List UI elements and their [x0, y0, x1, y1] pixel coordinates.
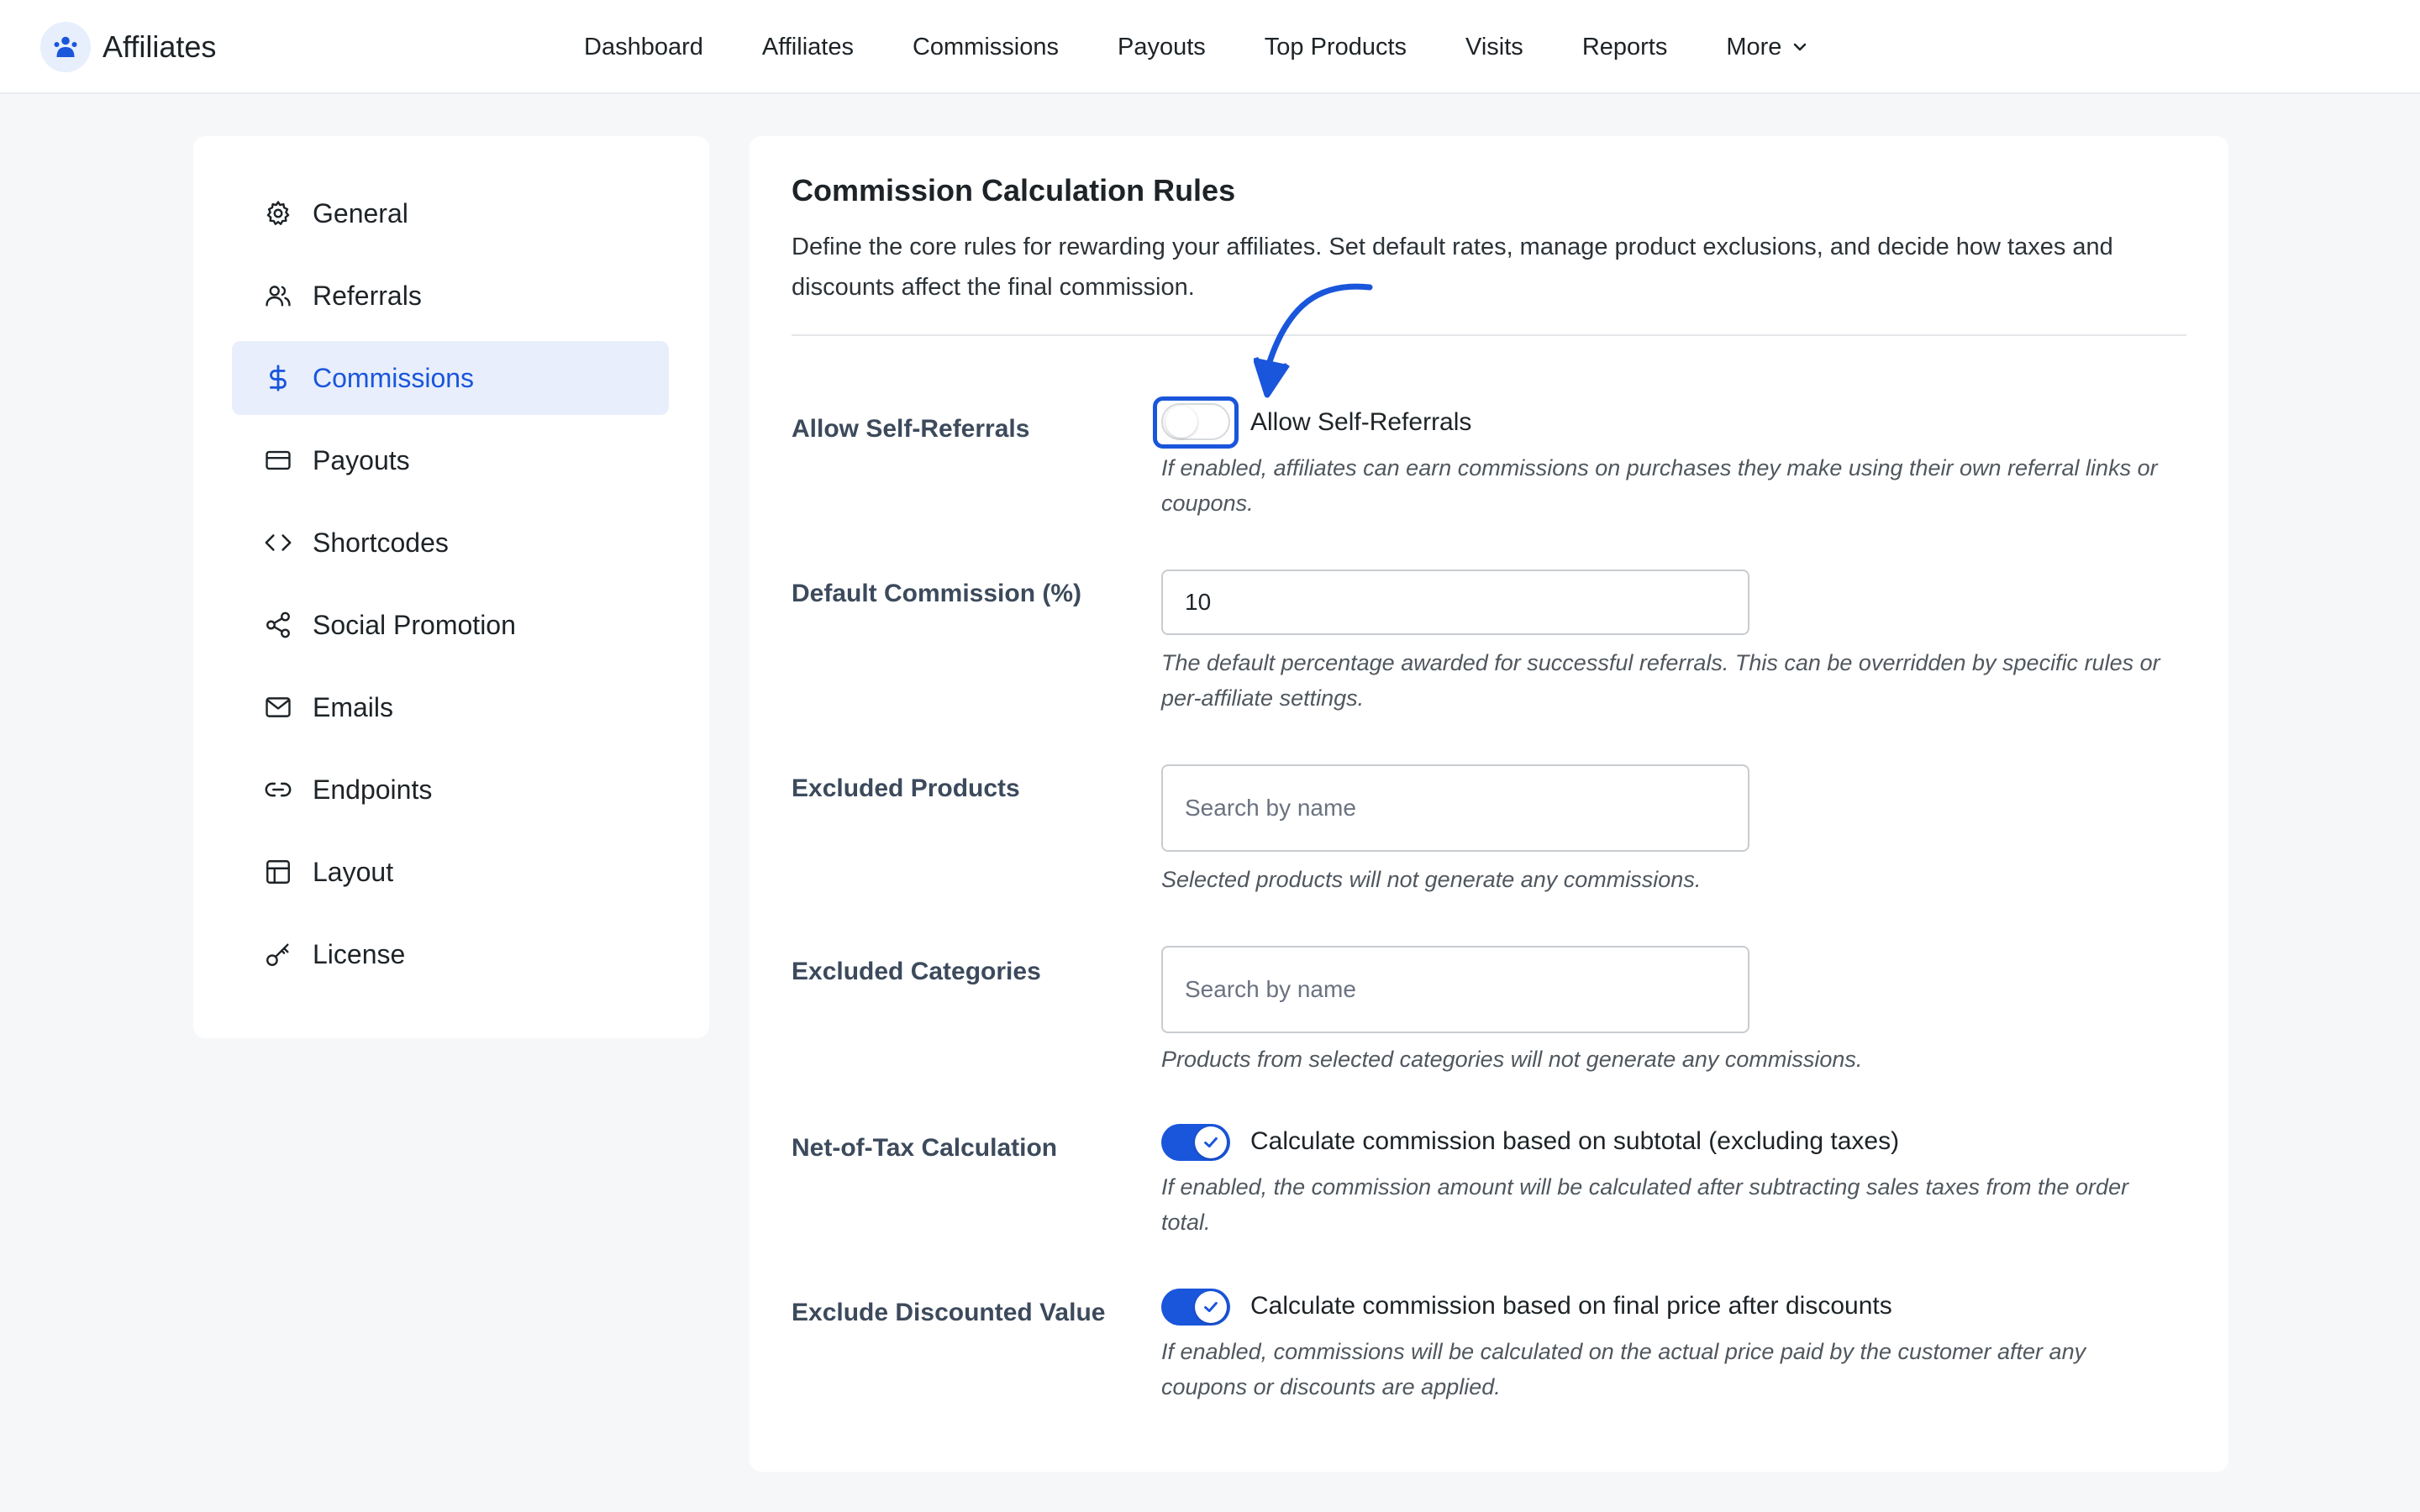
- toggle-knob: [1165, 406, 1197, 438]
- nav-affiliates[interactable]: Affiliates: [762, 34, 854, 61]
- share-icon: [262, 609, 294, 641]
- key-icon: [262, 938, 294, 970]
- self-referrals-help: If enabled, affiliates can earn commissi…: [1161, 455, 2158, 516]
- brand[interactable]: Affiliates: [40, 20, 216, 74]
- sidebar-item-shortcodes[interactable]: Shortcodes: [232, 506, 669, 580]
- nav-more-label: More: [1726, 33, 1782, 60]
- users-icon: [262, 280, 294, 312]
- sidebar-item-general[interactable]: General: [232, 176, 669, 250]
- sidebar-item-referrals[interactable]: Referrals: [232, 259, 669, 333]
- settings-sidebar: General Referrals Commissions Payouts Sh…: [193, 136, 709, 1038]
- gear-icon: [262, 197, 294, 229]
- nav-top-products[interactable]: Top Products: [1265, 34, 1407, 61]
- mail-icon: [262, 691, 294, 723]
- exclude-discounted-label: Exclude Discounted Value: [792, 1299, 1106, 1326]
- sidebar-item-license[interactable]: License: [232, 917, 669, 991]
- sidebar-item-commissions[interactable]: Commissions: [232, 341, 669, 415]
- sidebar-item-emails[interactable]: Emails: [232, 670, 669, 744]
- net-of-tax-toggle[interactable]: [1161, 1124, 1230, 1161]
- sidebar-item-label: Social Promotion: [313, 609, 516, 640]
- sidebar-item-label: License: [313, 938, 406, 969]
- net-of-tax-help: If enabled, the commission amount will b…: [1161, 1174, 2129, 1235]
- sidebar-item-label: Payouts: [313, 444, 410, 475]
- nav-dashboard[interactable]: Dashboard: [584, 34, 703, 61]
- nav-payouts[interactable]: Payouts: [1118, 34, 1206, 61]
- nav-more[interactable]: More: [1726, 34, 1810, 61]
- link-icon: [262, 774, 294, 806]
- net-of-tax-toggle-label[interactable]: Calculate commission based on subtotal (…: [1250, 1127, 1899, 1156]
- page-description: Define the core rules for rewarding your…: [792, 234, 2113, 301]
- sidebar-item-label: Shortcodes: [313, 527, 449, 558]
- default-commission-input[interactable]: [1161, 570, 1749, 635]
- nav-reports[interactable]: Reports: [1582, 34, 1668, 61]
- excluded-products-label: Excluded Products: [792, 774, 1020, 802]
- card-icon: [262, 444, 294, 476]
- excluded-categories-label: Excluded Categories: [792, 958, 1041, 985]
- excluded-products-help: Selected products will not generate any …: [1161, 867, 1702, 892]
- dollar-icon: [262, 362, 294, 394]
- sidebar-item-label: Layout: [313, 856, 394, 887]
- check-icon: [1195, 1126, 1227, 1158]
- excluded-products-search-input[interactable]: [1161, 764, 1749, 852]
- default-commission-label: Default Commission (%): [792, 580, 1082, 607]
- excluded-categories-search-input[interactable]: [1161, 946, 1749, 1033]
- sidebar-item-payouts[interactable]: Payouts: [232, 423, 669, 497]
- sidebar-item-label: Endpoints: [313, 774, 433, 805]
- nav-visits[interactable]: Visits: [1465, 34, 1523, 61]
- commission-settings-card: Commission Calculation Rules Define the …: [750, 136, 2228, 1472]
- exclude-discounted-help: If enabled, commissions will be calculat…: [1161, 1339, 2086, 1399]
- layout-icon: [262, 856, 294, 888]
- self-referrals-toggle-label[interactable]: Allow Self-Referrals: [1250, 408, 1471, 437]
- default-commission-help: The default percentage awarded for succe…: [1161, 650, 2160, 711]
- annotation-arrow-icon: [1254, 283, 1373, 398]
- excluded-categories-help: Products from selected categories will n…: [1161, 1047, 1863, 1072]
- brand-name: Affiliates: [103, 29, 217, 64]
- code-icon: [262, 527, 294, 559]
- self-referrals-toggle[interactable]: [1161, 403, 1230, 440]
- check-icon: [1195, 1291, 1227, 1323]
- sidebar-item-endpoints[interactable]: Endpoints: [232, 753, 669, 827]
- exclude-discounted-toggle-label[interactable]: Calculate commission based on final pric…: [1250, 1292, 1892, 1320]
- divider: [792, 334, 2186, 336]
- net-of-tax-label: Net-of-Tax Calculation: [792, 1134, 1058, 1162]
- self-referrals-label: Allow Self-Referrals: [792, 415, 1030, 443]
- top-bar: Affiliates Dashboard Affiliates Commissi…: [0, 0, 2420, 94]
- page-title: Commission Calculation Rules: [792, 173, 1236, 207]
- chevron-down-icon: [1794, 43, 1807, 51]
- sidebar-item-label: Commissions: [313, 362, 475, 393]
- nav-commissions[interactable]: Commissions: [913, 34, 1059, 61]
- sidebar-item-label: General: [313, 197, 408, 228]
- main-nav: Dashboard Affiliates Commissions Payouts…: [584, 24, 1869, 71]
- exclude-discounted-toggle[interactable]: [1161, 1289, 1230, 1326]
- brand-logo-icon: [40, 22, 91, 72]
- sidebar-item-label: Referrals: [313, 280, 422, 311]
- sidebar-item-label: Emails: [313, 691, 394, 722]
- sidebar-item-social-promotion[interactable]: Social Promotion: [232, 588, 669, 662]
- sidebar-item-layout[interactable]: Layout: [232, 835, 669, 909]
